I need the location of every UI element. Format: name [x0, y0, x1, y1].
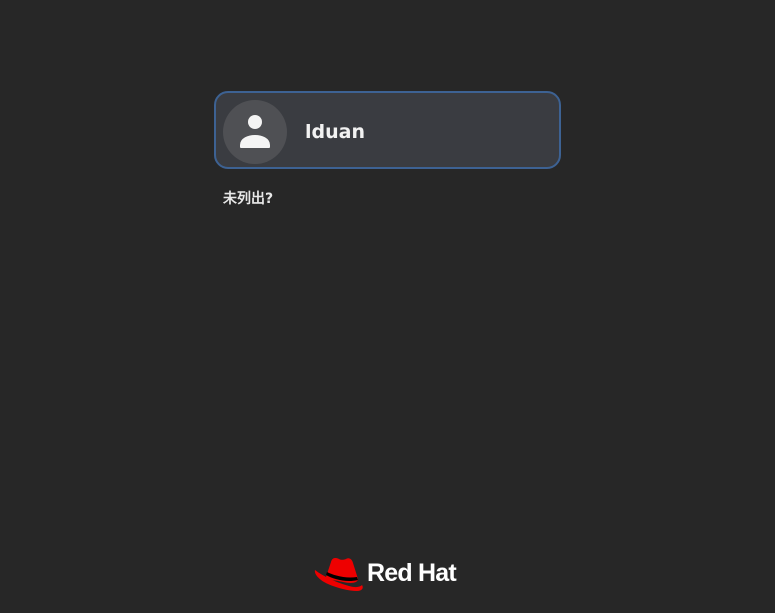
user-avatar-icon	[240, 115, 270, 148]
login-screen: lduan 未列出? Red Hat	[0, 0, 775, 613]
not-listed-link[interactable]: 未列出?	[223, 188, 273, 208]
avatar	[223, 100, 287, 164]
user-name: lduan	[305, 121, 365, 143]
redhat-logo: Red Hat	[313, 553, 473, 595]
redhat-fedora-icon	[314, 558, 363, 591]
brand-name: Red Hat	[367, 559, 457, 587]
user-list-item[interactable]: lduan	[214, 91, 561, 169]
